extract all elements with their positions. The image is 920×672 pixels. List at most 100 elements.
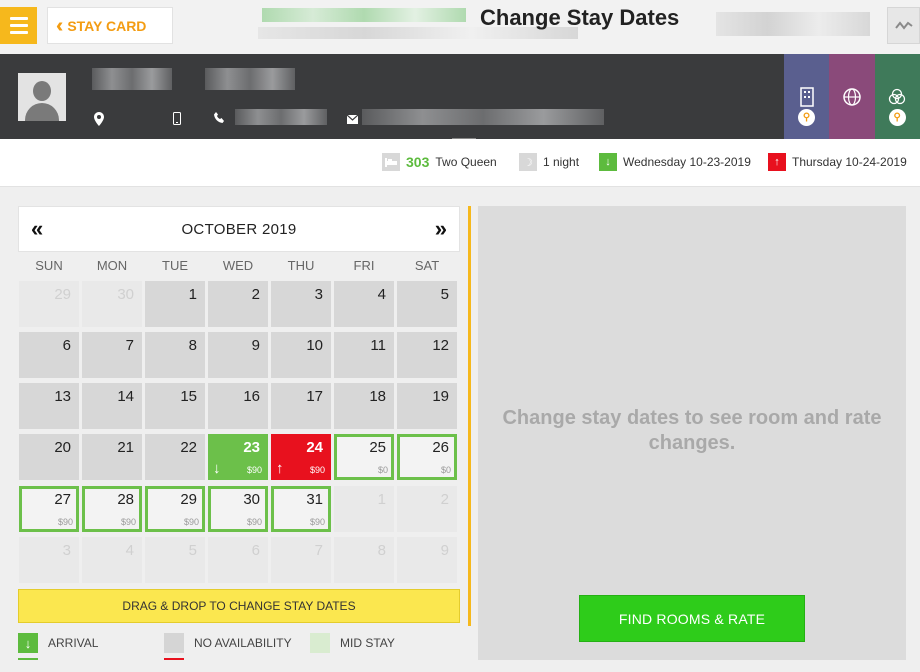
calendar-day[interactable]: 22	[145, 434, 205, 480]
calendar-day[interactable]: 29 $90	[145, 486, 205, 532]
day-number: 15	[180, 388, 197, 405]
calendar-day[interactable]: 28 $90	[82, 486, 142, 532]
next-month-button[interactable]: »	[435, 218, 447, 240]
redacted-guest-last-name	[205, 68, 295, 90]
calendar-day[interactable]: 20	[19, 434, 79, 480]
day-rate: $0	[440, 465, 451, 475]
day-number: 13	[54, 388, 71, 405]
calendar-day[interactable]: 17	[271, 383, 331, 429]
calendar-day[interactable]: 24 $90 ↑	[271, 434, 331, 480]
calendar-day[interactable]: 7	[82, 332, 142, 378]
legend-arrival: ↓ ARRIVAL	[18, 633, 98, 660]
day-number: 1	[188, 286, 197, 303]
calendar-day[interactable]: 8	[145, 332, 205, 378]
calendar-day[interactable]: 1	[145, 281, 205, 327]
day-number: 9	[440, 542, 449, 559]
guest-header: ⚲ ⚲	[0, 54, 920, 146]
day-number: 29	[54, 286, 71, 303]
panel-divider	[468, 206, 471, 626]
room-number: 303	[406, 154, 430, 170]
calendar-day: 3	[19, 537, 79, 583]
calendar-day[interactable]: 11	[334, 332, 394, 378]
legend-no-availability-label: NO AVAILABILITY	[194, 636, 292, 650]
hamburger-menu-button[interactable]	[0, 7, 37, 44]
calendar-day[interactable]: 25 $0	[334, 434, 394, 480]
arrow-down-icon: ↓	[18, 633, 38, 660]
location-icon	[94, 112, 104, 129]
guest-avatar	[18, 73, 66, 121]
hamburger-icon	[9, 17, 28, 20]
redacted-phone	[235, 109, 327, 125]
prev-month-button[interactable]: «	[31, 218, 43, 240]
day-number: 4	[125, 542, 134, 559]
day-number: 14	[117, 388, 134, 405]
day-number: 5	[440, 286, 449, 303]
calendar-day[interactable]: 18	[334, 383, 394, 429]
calendar-day[interactable]: 26 $0	[397, 434, 457, 480]
day-number: 16	[243, 388, 260, 405]
calendar-day: 8	[334, 537, 394, 583]
calendar-day[interactable]: 4	[334, 281, 394, 327]
room-type: Two Queen	[435, 155, 497, 169]
day-number: 29	[180, 491, 197, 508]
weekday-label: TUE	[162, 258, 188, 273]
arrow-up-icon[interactable]: ↑	[276, 460, 284, 477]
email-icon	[346, 113, 359, 127]
calendar-day: 30	[82, 281, 142, 327]
calendar-day[interactable]: 13	[19, 383, 79, 429]
calendar-day[interactable]: 16	[208, 383, 268, 429]
calendar-day: 1	[334, 486, 394, 532]
weekday-label: THU	[287, 258, 315, 273]
calendar-day[interactable]: 31 $90	[271, 486, 331, 532]
calendar-day[interactable]: 12	[397, 332, 457, 378]
arrow-up-icon: ↑	[768, 153, 786, 171]
day-number: 12	[432, 337, 449, 354]
calendar-day[interactable]: 21	[82, 434, 142, 480]
calendar-day[interactable]: 23 $90 ↓	[208, 434, 268, 480]
nights-count: 1 night	[543, 155, 580, 169]
mid-stay-swatch	[310, 633, 330, 653]
tab-circles[interactable]: ⚲	[874, 54, 920, 139]
day-number: 8	[188, 337, 197, 354]
tab-globe[interactable]	[829, 54, 875, 139]
arrow-down-icon[interactable]: ↓	[213, 460, 221, 477]
weekday-label: WED	[222, 258, 254, 273]
search-icon: ⚲	[798, 109, 815, 126]
day-number: 9	[251, 337, 260, 354]
day-number: 25	[369, 439, 386, 456]
calendar-day: 9	[397, 537, 457, 583]
day-number: 23	[243, 439, 260, 456]
day-number: 19	[432, 388, 449, 405]
day-number: 24	[306, 439, 323, 456]
day-number: 26	[432, 439, 449, 456]
day-number: 22	[180, 439, 197, 456]
calendar-day[interactable]: 15	[145, 383, 205, 429]
departure-summary: ↑ Thursday 10-24-2019	[768, 153, 907, 171]
calendar-day: 2	[397, 486, 457, 532]
tab-reservation[interactable]: ⚲	[784, 54, 830, 139]
day-number: 2	[440, 491, 449, 508]
calendar-day[interactable]: 19	[397, 383, 457, 429]
calendar-day[interactable]: 3	[271, 281, 331, 327]
calendar-day[interactable]: 2	[208, 281, 268, 327]
calendar-day[interactable]: 30 $90	[208, 486, 268, 532]
day-number: 2	[251, 286, 260, 303]
calendar-day[interactable]: 6	[19, 332, 79, 378]
calendar-day[interactable]: 9	[208, 332, 268, 378]
redacted-header-info	[716, 12, 870, 36]
calendar-day[interactable]: 5	[397, 281, 457, 327]
activity-icon	[894, 20, 913, 30]
calendar-day: 4	[82, 537, 142, 583]
find-rooms-rate-button[interactable]: FIND ROOMS & RATE	[579, 595, 805, 642]
arrival-summary: ↓ Wednesday 10-23-2019	[599, 153, 751, 171]
activity-log-button[interactable]	[887, 7, 920, 44]
stay-card-back-button[interactable]: ‹‹ STAY CARD	[47, 7, 173, 44]
calendar-day[interactable]: 14	[82, 383, 142, 429]
calendar-day[interactable]: 10	[271, 332, 331, 378]
rate-panel-placeholder: Change stay dates to see room and rate c…	[502, 407, 882, 454]
calendar-day: 29	[19, 281, 79, 327]
phone-icon	[214, 112, 225, 126]
nights-summary: ☽ 1 night	[519, 153, 579, 171]
no-availability-swatch	[164, 633, 184, 660]
calendar-day[interactable]: 27 $90	[19, 486, 79, 532]
